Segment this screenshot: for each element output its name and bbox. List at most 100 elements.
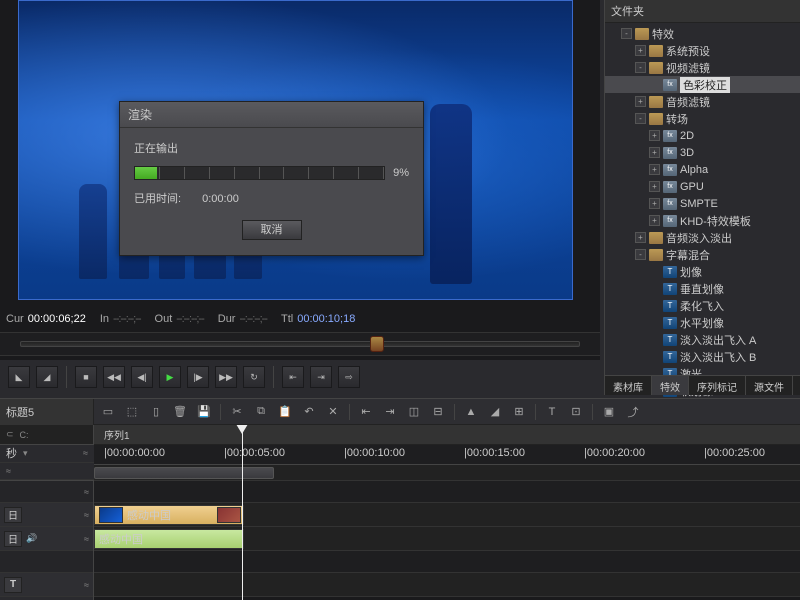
mark-out-button[interactable]: ◢ bbox=[36, 366, 58, 388]
audio-clip[interactable]: 感动中国 bbox=[94, 529, 244, 549]
expand-icon[interactable] bbox=[649, 79, 660, 90]
speaker-icon[interactable]: 🔊 bbox=[26, 533, 37, 544]
expand-icon[interactable]: + bbox=[635, 96, 646, 107]
tree-item[interactable]: +音频滤镜 bbox=[605, 93, 800, 110]
prev-edit-button[interactable]: ⇤ bbox=[282, 366, 304, 388]
tool-undo-icon[interactable]: ↶ bbox=[301, 404, 317, 420]
tool-cut-icon[interactable]: ▯ bbox=[148, 404, 164, 420]
timeline-tracks[interactable]: 序列1 |00:00:00:00|00:00:05:00|00:00:10:00… bbox=[94, 425, 800, 600]
timeline-zoom[interactable] bbox=[94, 465, 800, 481]
title-track-header[interactable]: T ≈ bbox=[0, 573, 93, 597]
tool-trash-icon[interactable]: 🗑 bbox=[172, 404, 188, 420]
tree-item[interactable]: +fxKHD-特效模板 bbox=[605, 212, 800, 229]
expand-icon[interactable]: + bbox=[649, 198, 660, 209]
tool-group-icon[interactable]: ⊞ bbox=[511, 404, 527, 420]
expand-icon[interactable] bbox=[649, 351, 660, 362]
tree-item[interactable]: T垂直划像 bbox=[605, 280, 800, 297]
tree-item[interactable]: +fxAlpha bbox=[605, 161, 800, 178]
video-track[interactable]: 感动中国 bbox=[94, 503, 800, 527]
expand-icon[interactable] bbox=[649, 283, 660, 294]
fast-fwd-button[interactable]: ▶▶ bbox=[215, 366, 237, 388]
panel-tab[interactable]: 素材库 bbox=[605, 376, 652, 395]
timeline-ruler[interactable]: |00:00:00:00|00:00:05:00|00:00:10:00|00:… bbox=[94, 445, 800, 465]
tc-out[interactable]: --:--:--;-- bbox=[176, 313, 203, 325]
video-clip[interactable]: 感动中国 bbox=[94, 505, 244, 525]
preview-monitor[interactable]: 渲染 正在输出 9% 已用时间: 0:00:00 取消 bbox=[18, 0, 573, 300]
stop-button[interactable]: ■ bbox=[75, 366, 97, 388]
goto-button[interactable]: ⇨ bbox=[338, 366, 360, 388]
tree-item[interactable]: -特效 bbox=[605, 25, 800, 42]
play-button[interactable]: ▶ bbox=[159, 366, 181, 388]
zoom-indicator[interactable]: ≈ bbox=[6, 466, 11, 476]
tool-link-icon[interactable]: ⊟ bbox=[430, 404, 446, 420]
tool-title-icon[interactable]: T bbox=[544, 404, 560, 420]
next-edit-button[interactable]: ⇥ bbox=[310, 366, 332, 388]
tree-item[interactable]: -字幕混合 bbox=[605, 246, 800, 263]
title-track[interactable] bbox=[94, 573, 800, 597]
tool-delete-icon[interactable]: ✕ bbox=[325, 404, 341, 420]
expand-icon[interactable] bbox=[649, 317, 660, 328]
audio-track[interactable]: 感动中国 bbox=[94, 527, 800, 551]
unit-label[interactable]: 秒 bbox=[6, 445, 17, 461]
tool-export-icon[interactable]: ⤴ bbox=[625, 404, 641, 420]
tree-item[interactable]: +fxGPU bbox=[605, 178, 800, 195]
tree-item[interactable]: +fx3D bbox=[605, 144, 800, 161]
rewind-button[interactable]: ◀◀ bbox=[103, 366, 125, 388]
effects-tree[interactable]: -特效+系统预设-视频滤镜fx色彩校正+音频滤镜-转场+fx2D+fx3D+fx… bbox=[605, 23, 800, 401]
tree-item[interactable]: +系统预设 bbox=[605, 42, 800, 59]
tree-item[interactable]: T水平划像 bbox=[605, 314, 800, 331]
timeline-title-tab[interactable]: 标题5 bbox=[6, 404, 34, 420]
expand-icon[interactable] bbox=[649, 266, 660, 277]
tree-item[interactable]: T淡入淡出飞入 B bbox=[605, 348, 800, 365]
video-track-header[interactable]: 日 ≈ bbox=[0, 503, 93, 527]
cancel-button[interactable]: 取消 bbox=[242, 220, 302, 240]
scrub-handle[interactable] bbox=[370, 336, 384, 352]
panel-tab[interactable]: 序列标记 bbox=[689, 376, 746, 395]
expand-icon[interactable] bbox=[649, 300, 660, 311]
track-wave-icon[interactable]: ≈ bbox=[84, 487, 89, 497]
expand-icon[interactable]: + bbox=[649, 181, 660, 192]
tree-item[interactable]: T划像 bbox=[605, 263, 800, 280]
tool-select-icon[interactable]: ⬚ bbox=[124, 404, 140, 420]
magnet-icon[interactable]: C: bbox=[20, 430, 29, 440]
tool-fade-icon[interactable]: ◢ bbox=[487, 404, 503, 420]
tree-item[interactable]: +音频淡入淡出 bbox=[605, 229, 800, 246]
tc-in[interactable]: --:--:--;-- bbox=[113, 313, 140, 325]
sequence-tab[interactable]: 序列1 bbox=[94, 425, 800, 445]
tool-render-icon[interactable]: ▣ bbox=[601, 404, 617, 420]
tc-current[interactable]: 00:00:06;22 bbox=[28, 313, 86, 325]
mark-in-button[interactable]: ◣ bbox=[8, 366, 30, 388]
expand-icon[interactable]: + bbox=[649, 215, 660, 226]
tool-ripple-right-icon[interactable]: ⇥ bbox=[382, 404, 398, 420]
tc-total[interactable]: 00:00:10;18 bbox=[297, 313, 355, 325]
loop-button[interactable]: ↻ bbox=[243, 366, 265, 388]
step-back-button[interactable]: ◀| bbox=[131, 366, 153, 388]
tool-pointer-icon[interactable]: ▭ bbox=[100, 404, 116, 420]
playhead[interactable] bbox=[242, 425, 243, 600]
tool-scissors-icon[interactable]: ✂ bbox=[229, 404, 245, 420]
expand-icon[interactable]: - bbox=[621, 28, 632, 39]
expand-icon[interactable]: + bbox=[635, 45, 646, 56]
audio-track-header[interactable]: 日 🔊 ≈ bbox=[0, 527, 93, 551]
tree-item[interactable]: -视频滤镜 bbox=[605, 59, 800, 76]
panel-tab[interactable]: 特效 bbox=[652, 376, 689, 395]
tree-item[interactable]: T淡入淡出飞入 A bbox=[605, 331, 800, 348]
expand-icon[interactable]: + bbox=[649, 130, 660, 141]
zoom-handle[interactable] bbox=[94, 467, 274, 479]
step-fwd-button[interactable]: |▶ bbox=[187, 366, 209, 388]
tree-item[interactable]: -转场 bbox=[605, 110, 800, 127]
scrub-bar[interactable] bbox=[0, 332, 600, 356]
tree-item[interactable]: +fxSMPTE bbox=[605, 195, 800, 212]
wave-icon[interactable]: ≈ bbox=[83, 448, 88, 458]
expand-icon[interactable]: - bbox=[635, 249, 646, 260]
expand-icon[interactable]: + bbox=[635, 232, 646, 243]
tool-copy-icon[interactable]: ⧉ bbox=[253, 404, 269, 420]
tc-dur[interactable]: --:--:--;-- bbox=[239, 313, 266, 325]
tool-paste-icon[interactable]: 📋 bbox=[277, 404, 293, 420]
expand-icon[interactable]: + bbox=[649, 147, 660, 158]
snap-icon[interactable]: ⊂ bbox=[6, 429, 14, 440]
tree-item[interactable]: +fx2D bbox=[605, 127, 800, 144]
tree-item[interactable]: fx色彩校正 bbox=[605, 76, 800, 93]
expand-icon[interactable]: - bbox=[635, 62, 646, 73]
expand-icon[interactable]: + bbox=[649, 164, 660, 175]
